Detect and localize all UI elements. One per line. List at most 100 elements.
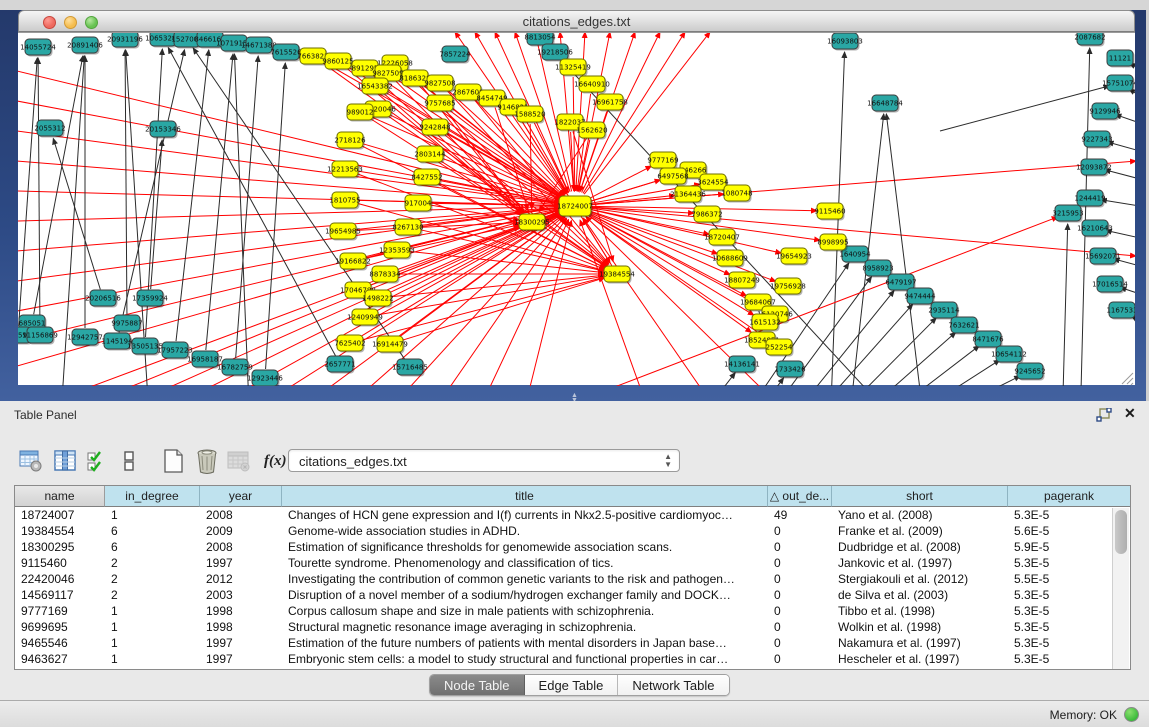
- tab-node-table[interactable]: Node Table: [430, 675, 525, 695]
- table-selector-dropdown[interactable]: citations_edges.txt ▲▼: [288, 449, 680, 472]
- network-node[interactable]: 17359924: [132, 290, 168, 308]
- network-node[interactable]: 1588520: [514, 106, 545, 124]
- network-node[interactable]: 16210643: [1077, 220, 1113, 238]
- delete-columns-trash-icon[interactable]: [194, 447, 220, 475]
- tab-network-table[interactable]: Network Table: [618, 675, 728, 695]
- network-node[interactable]: 16093803: [827, 33, 863, 51]
- network-node[interactable]: 20153346: [145, 121, 181, 139]
- split-pane-handle[interactable]: ▲▼: [571, 393, 580, 399]
- network-node[interactable]: 2657771: [324, 356, 355, 374]
- network-node[interactable]: 9129946: [1089, 103, 1121, 121]
- scrollbar-thumb[interactable]: [1115, 510, 1127, 554]
- column-header-in_degree[interactable]: in_degree: [105, 486, 200, 507]
- table-row[interactable]: 1830029562008Estimation of significance …: [15, 539, 1130, 555]
- network-node[interactable]: 252254: [766, 339, 794, 357]
- network-node[interactable]: 1080748: [721, 185, 752, 203]
- network-node[interactable]: 11325419: [555, 59, 591, 77]
- network-node[interactable]: 10688609: [712, 250, 748, 268]
- network-node[interactable]: 1498222: [362, 290, 393, 308]
- network-node[interactable]: 2087682: [1074, 33, 1105, 47]
- network-node[interactable]: 9227343: [1081, 131, 1112, 149]
- table-row[interactable]: 1872400712008Changes of HCN gene express…: [15, 507, 1130, 523]
- network-node[interactable]: 9757685: [424, 95, 455, 113]
- network-node[interactable]: 12409949: [347, 309, 383, 327]
- network-node[interactable]: 18724007: [557, 196, 593, 218]
- network-node[interactable]: 9860125: [322, 53, 353, 71]
- network-node[interactable]: 8878334: [369, 266, 401, 284]
- table-mode-icon[interactable]: [18, 447, 44, 475]
- row-height-icon[interactable]: [116, 447, 142, 475]
- column-header-name[interactable]: name: [15, 486, 105, 507]
- network-node[interactable]: 14136141: [724, 356, 760, 374]
- table-row[interactable]: 969969511998Structural magnetic resonanc…: [15, 619, 1130, 635]
- network-node[interactable]: 7632621: [948, 317, 979, 335]
- network-node[interactable]: 8267130: [392, 219, 423, 237]
- table-row[interactable]: 1456911722003Disruption of a novel membe…: [15, 587, 1130, 603]
- network-node[interactable]: 11121: [1107, 50, 1135, 68]
- column-header-short[interactable]: short: [832, 486, 1008, 507]
- network-node[interactable]: 19756928: [770, 278, 806, 296]
- network-node[interactable]: 9975887: [111, 315, 142, 333]
- tab-edge-table[interactable]: Edge Table: [525, 675, 619, 695]
- network-node[interactable]: 1733426: [774, 361, 806, 379]
- network-node[interactable]: 19654985: [325, 223, 361, 241]
- create-column-icon[interactable]: [160, 447, 186, 475]
- network-node[interactable]: 9827508: [424, 75, 455, 93]
- network-node[interactable]: 7625402: [334, 335, 365, 353]
- float-panel-icon[interactable]: [1096, 408, 1112, 422]
- network-node[interactable]: 20931196: [107, 33, 143, 49]
- network-node[interactable]: 7986372: [691, 206, 722, 224]
- memory-status-indicator[interactable]: [1124, 707, 1139, 722]
- table-scrollbar[interactable]: [1112, 508, 1129, 670]
- network-graph[interactable]: 1872400718300295193845541405572420891406…: [18, 33, 1135, 386]
- network-node[interactable]: 989012: [347, 104, 375, 122]
- network-node[interactable]: 18720407: [704, 229, 740, 247]
- column-header-year[interactable]: year: [200, 486, 282, 507]
- network-node[interactable]: 19384554: [599, 266, 635, 284]
- network-node[interactable]: 16648784: [867, 95, 903, 113]
- network-node[interactable]: 9245652: [1014, 363, 1045, 381]
- network-node[interactable]: 12093872: [1076, 159, 1112, 177]
- network-node[interactable]: 19166822: [335, 253, 371, 271]
- network-node[interactable]: 8427552: [411, 169, 442, 187]
- table-row[interactable]: 1938455462009Genome-wide association stu…: [15, 523, 1130, 539]
- network-node[interactable]: 2718126: [334, 132, 366, 150]
- network-node[interactable]: 12353593: [379, 242, 415, 260]
- network-node[interactable]: 16961758: [592, 94, 628, 112]
- network-canvas[interactable]: 1872400718300295193845541405572420891406…: [18, 32, 1135, 385]
- table-row[interactable]: 946554611997Estimation of the future num…: [15, 635, 1130, 651]
- network-node[interactable]: 1615132: [749, 314, 780, 332]
- select-columns-icon[interactable]: [84, 447, 110, 475]
- network-node[interactable]: 2055312: [34, 120, 65, 138]
- table-row[interactable]: 977716911998Corpus callosum shape and si…: [15, 603, 1130, 619]
- network-node[interactable]: 15692071: [1085, 248, 1121, 266]
- network-node[interactable]: 917004: [405, 195, 433, 213]
- network-window-titlebar[interactable]: citations_edges.txt: [18, 10, 1135, 32]
- network-node[interactable]: 16543382: [357, 78, 393, 96]
- table-row[interactable]: 946362711997Embryonic stem cells: a mode…: [15, 651, 1130, 667]
- delete-table-icon[interactable]: [226, 447, 252, 475]
- function-builder-icon[interactable]: f(x): [264, 453, 287, 470]
- resize-grip-icon[interactable]: [1122, 373, 1133, 385]
- network-node[interactable]: 15751074: [1102, 75, 1135, 93]
- network-node[interactable]: 2803144: [414, 146, 446, 164]
- column-header-pagerank[interactable]: pagerank: [1008, 486, 1130, 507]
- show-columns-icon[interactable]: [52, 447, 78, 475]
- network-node[interactable]: 6497568: [657, 168, 688, 186]
- network-node[interactable]: 20206516: [85, 290, 121, 308]
- column-header-title[interactable]: title: [282, 486, 768, 507]
- network-node[interactable]: 16640910: [574, 76, 610, 94]
- network-node[interactable]: 1167533: [1106, 302, 1135, 320]
- network-node[interactable]: 9115460: [814, 203, 845, 221]
- network-node[interactable]: 3215953: [1052, 205, 1083, 223]
- network-node[interactable]: 21364436: [670, 186, 706, 204]
- network-node[interactable]: 8998995: [817, 234, 848, 252]
- table-row[interactable]: 911546021997Tourette syndrome. Phenomeno…: [15, 555, 1130, 571]
- close-panel-icon[interactable]: ✕: [1124, 405, 1136, 422]
- network-node[interactable]: 12923446: [247, 370, 283, 386]
- network-node[interactable]: 16914479: [372, 336, 408, 354]
- network-node[interactable]: 20891406: [67, 37, 103, 55]
- column-header-out_de[interactable]: △ out_de...: [768, 486, 832, 507]
- network-node[interactable]: 19654923: [776, 248, 812, 266]
- network-node[interactable]: 17016514: [1092, 276, 1128, 294]
